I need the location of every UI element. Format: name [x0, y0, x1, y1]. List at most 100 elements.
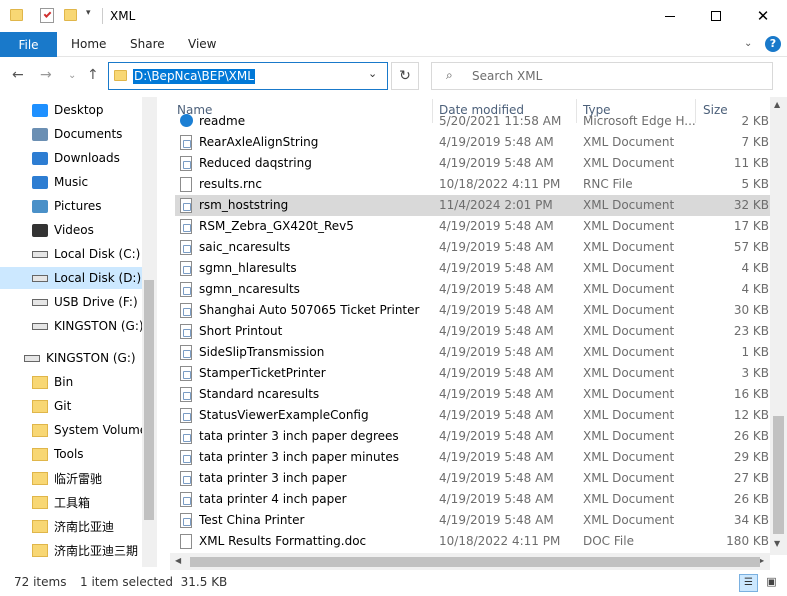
tab-share[interactable]: Share	[130, 37, 165, 51]
address-dropdown-icon[interactable]: ⌄	[368, 67, 377, 80]
address-path[interactable]: D:\BepNca\BEP\XML	[133, 69, 255, 84]
new-folder-icon[interactable]	[64, 9, 77, 21]
refresh-button[interactable]: ↻	[391, 62, 419, 90]
close-button[interactable]: ✕	[739, 0, 787, 32]
file-row[interactable]: sgmn_hlaresults 4/19/2019 5:48 AM XML Docu…	[175, 258, 770, 279]
nav-item[interactable]: Documents	[0, 123, 143, 145]
refresh-icon: ↻	[399, 68, 411, 84]
tab-file[interactable]: File	[0, 32, 57, 57]
file-row[interactable]: RSM_Zebra_GX420t_Rev5 4/19/2019 5:48 AM XM…	[175, 216, 770, 237]
disk-icon	[32, 274, 48, 282]
nav-item[interactable]: KINGSTON (G:)	[0, 315, 143, 337]
nav-item[interactable]: Git	[0, 395, 143, 417]
nav-item[interactable]: 工具箱	[0, 491, 143, 513]
xml-icon	[180, 219, 192, 234]
address-bar[interactable]: D:\BepNca\BEP\XML ⌄	[108, 62, 388, 90]
nav-item[interactable]: 济南比亚迪三期	[0, 539, 143, 561]
forward-arrow-icon[interactable]: →	[40, 67, 52, 83]
file-size: 4 KB	[741, 282, 769, 296]
file-size: 57 KB	[733, 240, 769, 254]
nav-item[interactable]: Music	[0, 171, 143, 193]
file-row[interactable]: Shanghai Auto 507065 Ticket Printer 4/19/…	[175, 300, 770, 321]
nav-item[interactable]: 临沂雷驰	[0, 467, 143, 489]
up-arrow-icon[interactable]: ↑	[87, 67, 99, 83]
file-row[interactable]: saic_ncaresults 4/19/2019 5:48 AM XML Docu…	[175, 237, 770, 258]
ribbon: File Home Share View ⌄ ?	[0, 32, 787, 57]
file-date: 4/19/2019 5:48 AM	[439, 324, 554, 338]
details-view-button[interactable]: ☰	[739, 574, 758, 592]
back-arrow-icon[interactable]: ←	[12, 67, 24, 83]
nav-item[interactable]: System Volume I	[0, 419, 143, 441]
file-row[interactable]: tata printer 3 inch paper 4/19/2019 5:48 …	[175, 468, 770, 489]
file-type: XML Document	[583, 282, 675, 296]
file-date: 4/19/2019 5:48 AM	[439, 513, 554, 527]
file-name: results.rnc	[199, 177, 262, 191]
nav-item[interactable]: Local Disk (D:)	[0, 267, 143, 289]
properties-icon[interactable]	[40, 8, 54, 23]
file-size: 17 KB	[733, 219, 769, 233]
recent-locations-icon[interactable]: ⌄	[68, 70, 76, 81]
file-name: Short Printout	[199, 324, 283, 338]
file-row[interactable]: rsm_hoststring 11/4/2024 2:01 PM XML Docum…	[175, 195, 770, 216]
nav-item[interactable]: Bin	[0, 371, 143, 393]
file-size: 26 KB	[733, 492, 769, 506]
status-bar: 72 items 1 item selected 31.5 KB ☰ ▣	[0, 571, 787, 596]
horizontal-scrollbar-thumb[interactable]	[190, 557, 760, 567]
customize-toolbar-icon[interactable]: ▾	[86, 8, 100, 22]
file-row[interactable]: SideSlipTransmission 4/19/2019 5:48 AM XML…	[175, 342, 770, 363]
file-row[interactable]: StamperTicketPrinter 4/19/2019 5:48 AM XML…	[175, 363, 770, 384]
file-row[interactable]: tata printer 4 inch paper 4/19/2019 5:48 …	[175, 489, 770, 510]
scroll-up-icon[interactable]: ▲	[774, 100, 780, 109]
nav-item[interactable]: Downloads	[0, 147, 143, 169]
file-row[interactable]: tata printer 3 inch paper minutes 4/19/20…	[175, 447, 770, 468]
expand-ribbon-icon[interactable]: ⌄	[744, 38, 752, 49]
tab-view[interactable]: View	[188, 37, 216, 51]
vertical-scrollbar-thumb[interactable]	[773, 416, 784, 534]
minimize-button[interactable]	[647, 0, 693, 32]
nav-item[interactable]: USB Drive (F:)	[0, 291, 143, 313]
file-row[interactable]: readme 5/20/2021 11:58 AM Microsoft Edge H…	[175, 111, 770, 132]
file-date: 4/19/2019 5:48 AM	[439, 366, 554, 380]
help-icon[interactable]: ?	[765, 36, 781, 52]
file-size: 1 KB	[741, 345, 769, 359]
file-icon	[180, 177, 192, 192]
file-row[interactable]: sgmn_ncaresults 4/19/2019 5:48 AM XML Docu…	[175, 279, 770, 300]
file-name: sgmn_ncaresults	[199, 282, 300, 296]
nav-scrollbar-thumb[interactable]	[144, 280, 154, 520]
nav-item-label: Videos	[54, 223, 94, 237]
search-box[interactable]: ⌕ Search XML	[431, 62, 773, 90]
file-date: 4/19/2019 5:48 AM	[439, 429, 554, 443]
nav-item[interactable]: Tools	[0, 443, 143, 465]
file-row[interactable]: RearAxleAlignString 4/19/2019 5:48 AM XML …	[175, 132, 770, 153]
nav-item[interactable]: Videos	[0, 219, 143, 241]
file-row[interactable]: StatusViewerExampleConfig 4/19/2019 5:48 …	[175, 405, 770, 426]
search-input[interactable]: Search XML	[472, 69, 542, 83]
tab-home[interactable]: Home	[71, 37, 106, 51]
file-row[interactable]: tata printer 3 inch paper degrees 4/19/20…	[175, 426, 770, 447]
large-icons-view-button[interactable]: ▣	[762, 574, 781, 592]
nav-item[interactable]: Local Disk (C:)	[0, 243, 143, 265]
file-row[interactable]: results.rnc 10/18/2022 4:11 PM RNC File 5 K…	[175, 174, 770, 195]
file-date: 4/19/2019 5:48 AM	[439, 345, 554, 359]
nav-item[interactable]: 济南比亚迪	[0, 515, 143, 537]
nav-item[interactable]: Desktop	[0, 99, 143, 121]
usb-drive-icon	[32, 298, 48, 306]
file-size: 2 KB	[741, 114, 769, 128]
file-type: XML Document	[583, 408, 675, 422]
file-row[interactable]: Standard ncaresults 4/19/2019 5:48 AM XML …	[175, 384, 770, 405]
nav-item[interactable]: KINGSTON (G:)	[0, 347, 143, 369]
xml-icon	[180, 471, 192, 486]
scroll-left-icon[interactable]: ◀	[175, 556, 181, 565]
file-row[interactable]: Short Printout 4/19/2019 5:48 AM XML Docum…	[175, 321, 770, 342]
file-name: saic_ncaresults	[199, 240, 291, 254]
maximize-button[interactable]	[693, 0, 739, 32]
scroll-down-icon[interactable]: ▼	[774, 539, 780, 548]
folder-icon	[32, 375, 48, 389]
xml-icon	[180, 450, 192, 465]
file-name: tata printer 3 inch paper minutes	[199, 450, 399, 464]
file-size: 3 KB	[741, 366, 769, 380]
nav-item[interactable]: Pictures	[0, 195, 143, 217]
file-row[interactable]: Test China Printer 4/19/2019 5:48 AM XML D…	[175, 510, 770, 531]
file-row[interactable]: Reduced daqstring 4/19/2019 5:48 AM XML Do…	[175, 153, 770, 174]
file-row[interactable]: XML Results Formatting.doc 10/18/2022 4:1…	[175, 531, 770, 552]
